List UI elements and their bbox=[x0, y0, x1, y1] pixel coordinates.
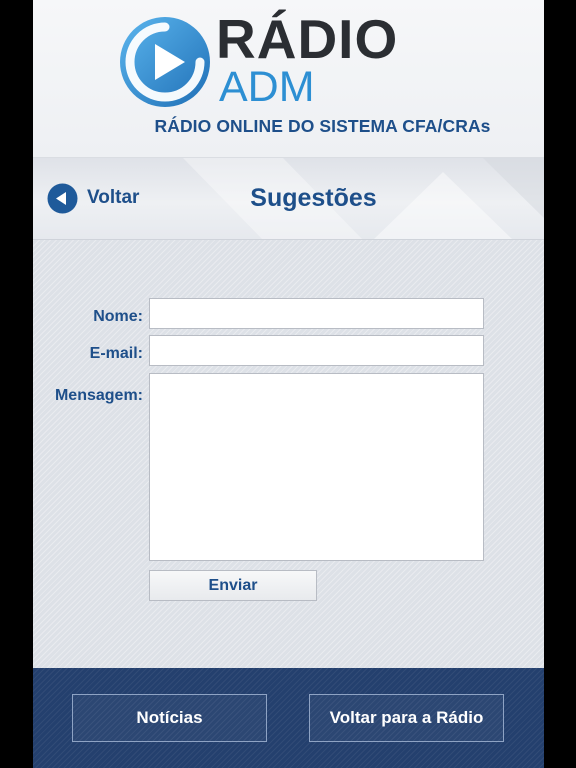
nav-bar: Voltar Sugestões bbox=[33, 158, 544, 240]
back-to-radio-button[interactable]: Voltar para a Rádio bbox=[309, 694, 504, 742]
logo-subtitle: ADM bbox=[219, 63, 315, 111]
submit-button[interactable]: Enviar bbox=[149, 570, 317, 601]
name-field-label: Nome: bbox=[93, 308, 143, 325]
news-button[interactable]: Notícias bbox=[72, 694, 267, 742]
message-textarea[interactable] bbox=[149, 373, 484, 561]
footer-bar: Notícias Voltar para a Rádio bbox=[33, 668, 544, 768]
email-field-label: E-mail: bbox=[89, 345, 143, 362]
header-tagline: RÁDIO ONLINE DO SISTEMA CFA/CRAs bbox=[154, 116, 491, 136]
message-field-label: Mensagem: bbox=[54, 387, 143, 404]
email-input[interactable] bbox=[149, 335, 484, 366]
page-title: Sugestões bbox=[250, 184, 377, 212]
suggestion-form: Nome: E-mail: Mensagem: Enviar bbox=[33, 240, 544, 668]
name-input[interactable] bbox=[149, 298, 484, 329]
app-window: RÁDIO ADM RÁDIO ONLINE DO SISTEMA CFA/CR… bbox=[33, 0, 544, 768]
play-circle-icon bbox=[120, 17, 210, 107]
logo-wordmark: RÁDIO bbox=[216, 8, 399, 70]
app-header: RÁDIO ADM RÁDIO ONLINE DO SISTEMA CFA/CR… bbox=[33, 0, 544, 158]
